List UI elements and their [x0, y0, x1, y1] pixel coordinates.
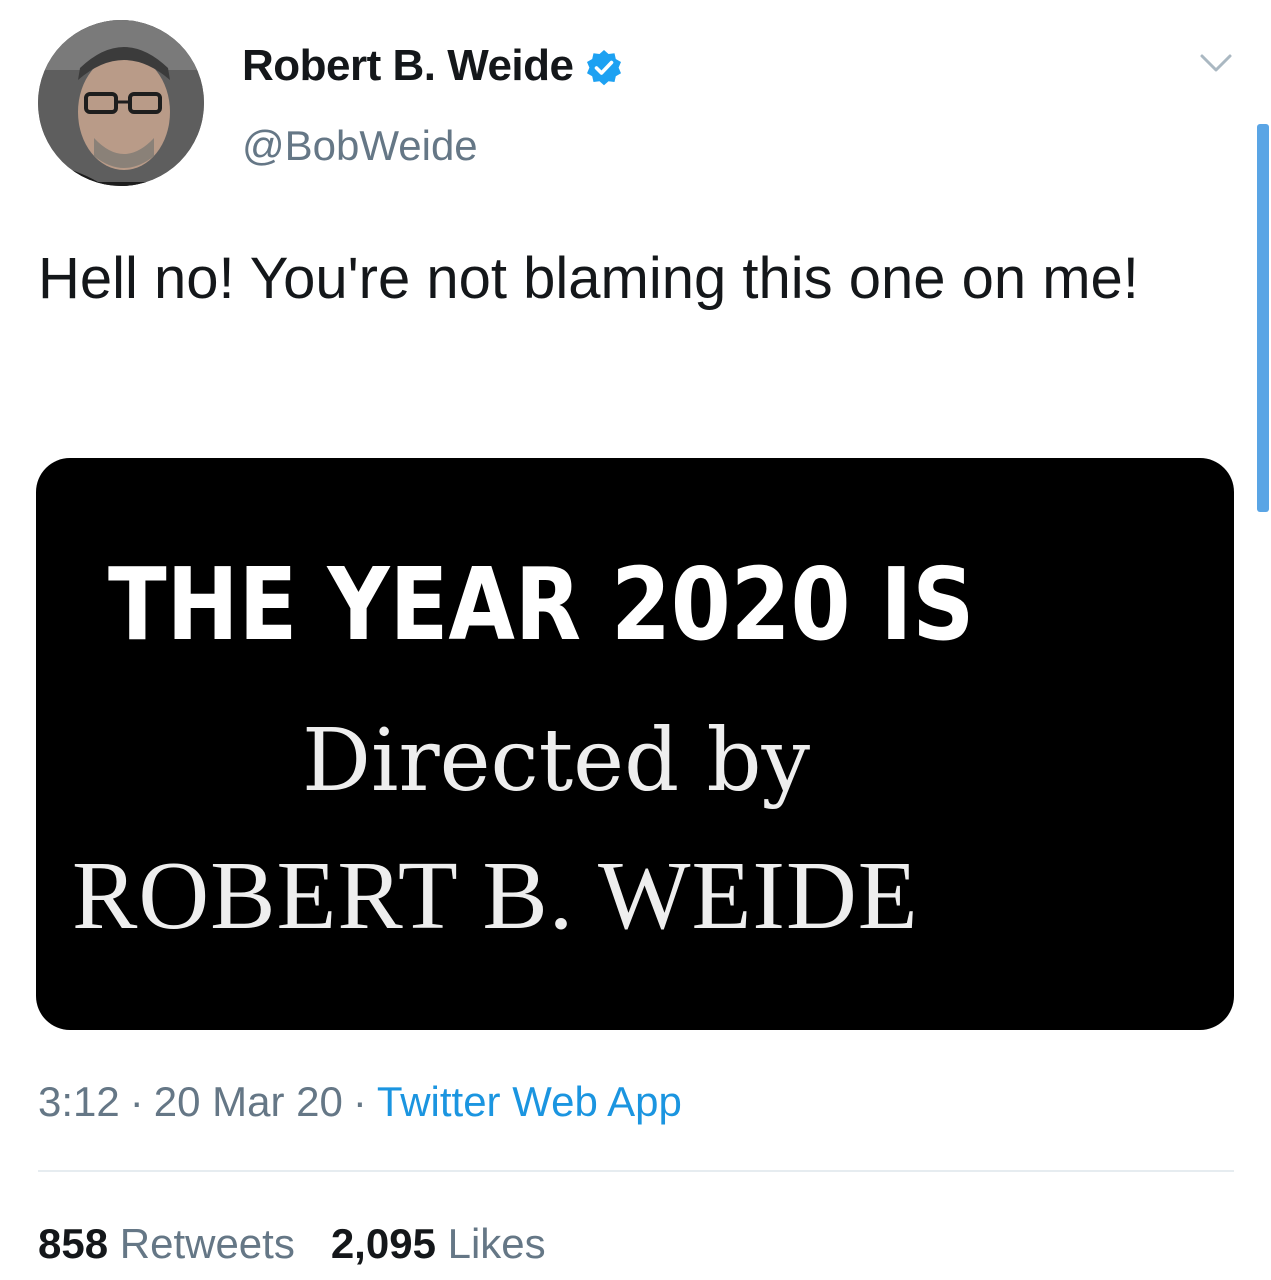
media-caption-line-2: Directed by: [302, 711, 811, 811]
avatar-photo: [38, 20, 204, 186]
author-display-name-row[interactable]: Robert B. Weide: [242, 38, 624, 94]
retweets-stat[interactable]: 858 Retweets: [38, 1214, 295, 1274]
likes-label: Likes: [447, 1220, 546, 1267]
tweet-date[interactable]: 20 Mar 20: [154, 1078, 343, 1125]
meta-separator: ·: [129, 1078, 144, 1125]
tweet-meta: 3:12 · 20 Mar 20 · Twitter Web App: [38, 1072, 682, 1132]
author-display-name[interactable]: Robert B. Weide: [242, 38, 574, 94]
tweet-time[interactable]: 3:12: [38, 1078, 120, 1125]
scrollbar[interactable]: [1257, 124, 1269, 512]
avatar[interactable]: [38, 20, 204, 186]
meta-separator: ·: [352, 1078, 367, 1125]
media-caption-line-3: ROBERT B. WEIDE: [72, 842, 919, 950]
likes-stat[interactable]: 2,095 Likes: [331, 1214, 546, 1274]
verified-badge-icon: [584, 46, 624, 86]
likes-count: 2,095: [330, 1220, 436, 1267]
divider: [38, 1170, 1234, 1172]
media-caption-line-1: THE YEAR 2020 IS: [108, 546, 975, 663]
tweet-stats: 858 Retweets 2,095 Likes: [38, 1214, 582, 1274]
author-handle[interactable]: @BobWeide: [242, 118, 478, 174]
tweet-text: Hell no! You're not blaming this one on …: [38, 246, 1139, 311]
chevron-down-icon[interactable]: [1196, 48, 1236, 78]
retweets-label: Retweets: [119, 1220, 295, 1267]
retweets-count: 858: [38, 1220, 109, 1267]
tweet-source-link[interactable]: Twitter Web App: [377, 1078, 682, 1125]
